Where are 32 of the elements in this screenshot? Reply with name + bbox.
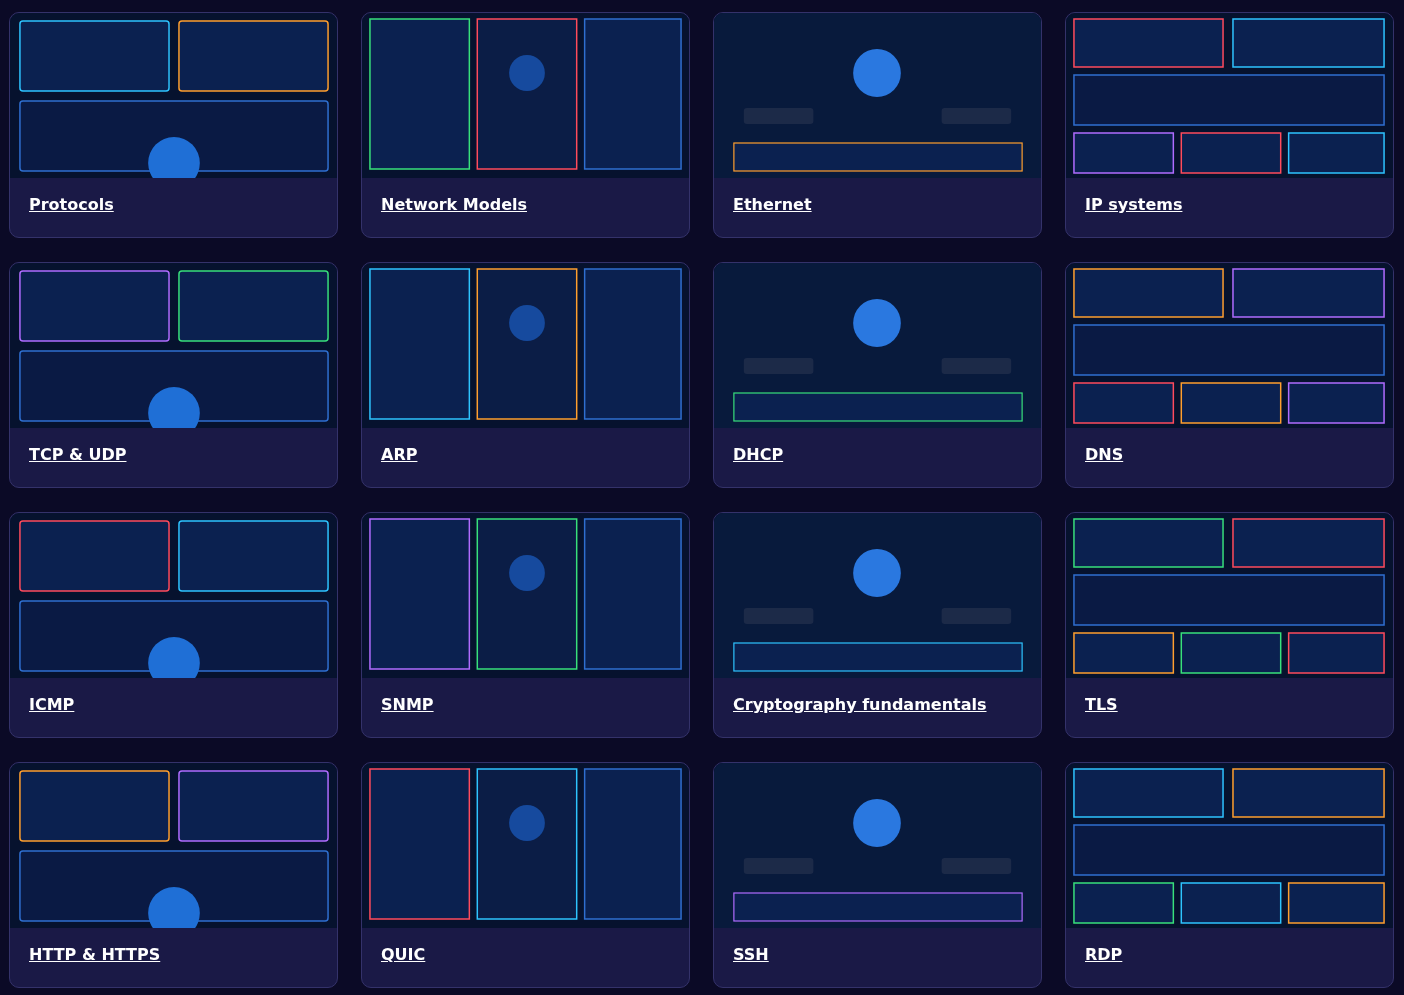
card-title-link[interactable]: DNS	[1085, 445, 1124, 464]
card[interactable]: ICMP	[9, 512, 338, 738]
card[interactable]: HTTP & HTTPS	[9, 762, 338, 988]
card-title-link[interactable]: HTTP & HTTPS	[29, 945, 161, 964]
card-title-link[interactable]: Cryptography fundamentals	[733, 695, 987, 714]
card-title-link[interactable]: QUIC	[381, 945, 426, 964]
card-title-link[interactable]: IP systems	[1085, 195, 1183, 214]
card-title-link[interactable]: Protocols	[29, 195, 114, 214]
card-title-link[interactable]: TLS	[1085, 695, 1118, 714]
card-title-link[interactable]: SSH	[733, 945, 769, 964]
card[interactable]: Network Models	[361, 12, 690, 238]
card[interactable]: RDP	[1065, 762, 1394, 988]
card[interactable]: DHCP	[713, 262, 1042, 488]
card[interactable]: DNS	[1065, 262, 1394, 488]
card-title-link[interactable]: SNMP	[381, 695, 434, 714]
card-title-link[interactable]: RDP	[1085, 945, 1123, 964]
card[interactable]: TCP & UDP	[9, 262, 338, 488]
card[interactable]: TLS	[1065, 512, 1394, 738]
card-title-link[interactable]: Ethernet	[733, 195, 812, 214]
card[interactable]: ARP	[361, 262, 690, 488]
card[interactable]: QUIC	[361, 762, 690, 988]
card-title-link[interactable]: Network Models	[381, 195, 527, 214]
card[interactable]: SSH	[713, 762, 1042, 988]
card-title-link[interactable]: TCP & UDP	[29, 445, 127, 464]
card[interactable]: Ethernet	[713, 12, 1042, 238]
card-title-link[interactable]: ICMP	[29, 695, 75, 714]
card[interactable]: Cryptography fundamentals	[713, 512, 1042, 738]
card[interactable]: SNMP	[361, 512, 690, 738]
card-title-link[interactable]: ARP	[381, 445, 418, 464]
card-title-link[interactable]: DHCP	[733, 445, 784, 464]
card[interactable]: Protocols	[9, 12, 338, 238]
card[interactable]: IP systems	[1065, 12, 1394, 238]
